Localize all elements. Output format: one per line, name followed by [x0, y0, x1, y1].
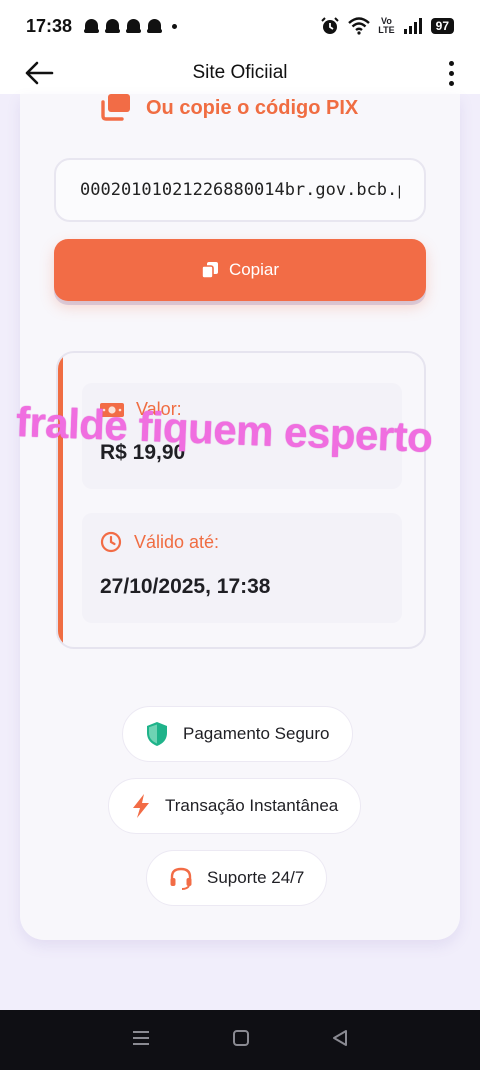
pix-header: Ou copie o código PIX — [100, 94, 358, 122]
volte-indicator: Vo LTE — [378, 17, 394, 35]
copy-icon — [201, 262, 218, 279]
pix-code-input[interactable] — [56, 160, 424, 220]
lightning-icon — [133, 794, 149, 818]
menu-dot — [448, 60, 454, 66]
valid-until: 27/10/2025, 17:38 — [100, 575, 271, 598]
clock-icon — [100, 531, 122, 553]
snapchat-icon — [84, 18, 100, 34]
more-notifications-icon — [172, 23, 178, 29]
triangle-back-icon — [333, 1029, 348, 1046]
badge-support: Suporte 24/7 — [146, 850, 328, 906]
app-bar: Site Oficiial — [0, 52, 480, 94]
shield-icon — [147, 722, 167, 746]
valid-row: Válido até: 27/10/2025, 17:38 — [82, 513, 402, 623]
recent-apps-button[interactable] — [131, 1029, 151, 1052]
payment-card: Ou copie o código PIX Copiar Valor: R$ 1… — [20, 94, 460, 940]
badge-secure-payment: Pagamento Seguro — [122, 706, 353, 762]
valid-label-group: Válido até: — [100, 531, 219, 553]
accent-bar — [58, 353, 63, 647]
wifi-icon — [348, 17, 371, 35]
copy-button[interactable]: Copiar — [54, 239, 426, 301]
badge-instant-transaction: Transação Instantânea — [108, 778, 362, 834]
lte-text: LTE — [378, 25, 395, 35]
badge-label: Suporte 24/7 — [207, 868, 305, 887]
headset-icon — [170, 867, 192, 890]
back-button[interactable] — [22, 56, 56, 90]
menu-lines-icon — [132, 1030, 149, 1045]
valid-label: Válido até: — [134, 531, 220, 552]
badge-label: Transação Instantânea — [165, 796, 339, 815]
notification-icons — [84, 18, 178, 34]
snapchat-icon — [126, 18, 142, 34]
battery-icon: 97 — [430, 18, 454, 34]
menu-dot — [448, 80, 454, 86]
copy-button-label: Copiar — [228, 260, 280, 279]
home-button[interactable] — [232, 1029, 250, 1052]
system-nav-bar — [0, 1010, 480, 1070]
page-title: Site Oficiial — [192, 62, 288, 83]
menu-dot — [448, 70, 454, 76]
snapchat-icon — [105, 18, 121, 34]
overflow-menu-button[interactable] — [438, 56, 464, 90]
badge-label: Pagamento Seguro — [183, 724, 330, 743]
pix-header-label: Ou copie o código PIX — [146, 96, 359, 119]
pix-code-field[interactable] — [54, 158, 426, 222]
payment-info-box: Valor: R$ 19,90 Válido até: 27/10/2025, … — [56, 351, 426, 649]
back-nav-button[interactable] — [331, 1029, 349, 1052]
status-bar: 17:38 Vo LTE 97 — [0, 0, 480, 52]
copy-icon — [101, 94, 130, 121]
snapchat-icon — [147, 18, 163, 34]
arrow-left-icon — [25, 61, 54, 85]
signal-icon — [403, 18, 422, 34]
status-time: 17:38 — [26, 15, 73, 36]
square-icon — [232, 1029, 249, 1046]
alarm-icon — [321, 17, 340, 34]
